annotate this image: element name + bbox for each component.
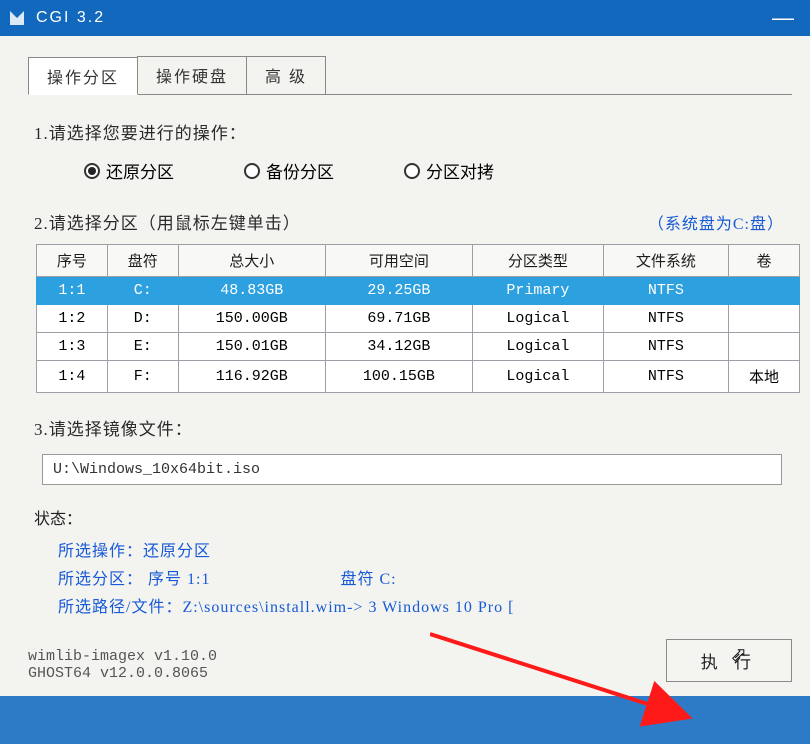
table-row[interactable]: 1:1C:48.83GB29.25GBPrimaryNTFS bbox=[37, 277, 800, 305]
col-drive: 盘符 bbox=[107, 245, 178, 277]
status-block: 状态： 所选操作：还原分区 所选分区： 序号 1:1 盘符 C: 所选路径/文件… bbox=[34, 505, 792, 617]
section1-label: 1.请选择您要进行的操作： bbox=[34, 119, 792, 144]
table-cell bbox=[729, 277, 800, 305]
status-partition-index: 所选分区： 序号 1:1 bbox=[58, 571, 210, 588]
cursor-icon: ⬀ bbox=[730, 642, 753, 667]
table-cell: 150.00GB bbox=[178, 305, 325, 333]
tab-advanced[interactable]: 高 级 bbox=[246, 56, 326, 94]
image-path-input[interactable]: U:\Windows_10x64bit.iso bbox=[42, 454, 782, 485]
section3-label: 3.请选择镜像文件： bbox=[34, 415, 792, 440]
table-cell: 29.25GB bbox=[325, 277, 472, 305]
table-cell bbox=[729, 305, 800, 333]
table-cell: 34.12GB bbox=[325, 333, 472, 361]
wimlib-version: wimlib-imagex v1.10.0 bbox=[28, 648, 217, 665]
col-free: 可用空间 bbox=[325, 245, 472, 277]
radio-restore[interactable]: 还原分区 bbox=[84, 158, 174, 183]
col-fs: 文件系统 bbox=[603, 245, 728, 277]
table-cell: NTFS bbox=[603, 333, 728, 361]
table-cell: 1:2 bbox=[37, 305, 108, 333]
partition-table[interactable]: 序号 盘符 总大小 可用空间 分区类型 文件系统 卷 1:1C:48.83GB2… bbox=[36, 244, 800, 393]
radio-backup[interactable]: 备份分区 bbox=[244, 158, 334, 183]
operation-radios: 还原分区 备份分区 分区对拷 bbox=[84, 158, 792, 183]
table-cell: 1:3 bbox=[37, 333, 108, 361]
table-cell: 100.15GB bbox=[325, 361, 472, 393]
radio-circle-icon bbox=[404, 163, 420, 179]
window-body: 操作分区 操作硬盘 高 级 1.请选择您要进行的操作： 还原分区 备份分区 分区… bbox=[0, 36, 810, 696]
table-header-row: 序号 盘符 总大小 可用空间 分区类型 文件系统 卷 bbox=[37, 245, 800, 277]
table-row[interactable]: 1:4F:116.92GB100.15GBLogicalNTFS本地 bbox=[37, 361, 800, 393]
status-partition: 所选分区： 序号 1:1 盘符 C: bbox=[58, 565, 792, 589]
table-cell: 116.92GB bbox=[178, 361, 325, 393]
tab-disk[interactable]: 操作硬盘 bbox=[137, 56, 247, 94]
radio-backup-label: 备份分区 bbox=[266, 158, 334, 183]
section2-label: 2.请选择分区（用鼠标左键单击） bbox=[34, 209, 301, 234]
radio-restore-label: 还原分区 bbox=[106, 158, 174, 183]
table-cell: Logical bbox=[472, 361, 603, 393]
status-partition-drive: 盘符 C: bbox=[340, 571, 396, 588]
tab-partition[interactable]: 操作分区 bbox=[28, 57, 138, 95]
table-cell: 150.01GB bbox=[178, 333, 325, 361]
radio-circle-icon bbox=[244, 163, 260, 179]
col-type: 分区类型 bbox=[472, 245, 603, 277]
titlebar: CGI 3.2 — bbox=[0, 0, 810, 36]
status-label: 状态： bbox=[34, 505, 792, 529]
table-row[interactable]: 1:3E:150.01GB34.12GBLogicalNTFS bbox=[37, 333, 800, 361]
version-info: wimlib-imagex v1.10.0 GHOST64 v12.0.0.80… bbox=[28, 648, 217, 682]
table-cell: NTFS bbox=[603, 277, 728, 305]
col-total: 总大小 bbox=[178, 245, 325, 277]
table-cell: C: bbox=[107, 277, 178, 305]
table-cell: NTFS bbox=[603, 361, 728, 393]
col-index: 序号 bbox=[37, 245, 108, 277]
table-cell: E: bbox=[107, 333, 178, 361]
table-cell: 1:1 bbox=[37, 277, 108, 305]
table-cell bbox=[729, 333, 800, 361]
radio-copy[interactable]: 分区对拷 bbox=[404, 158, 494, 183]
table-cell: 48.83GB bbox=[178, 277, 325, 305]
table-row[interactable]: 1:2D:150.00GB69.71GBLogicalNTFS bbox=[37, 305, 800, 333]
col-vol: 卷 bbox=[729, 245, 800, 277]
system-disk-hint[interactable]: （系统盘为C:盘） bbox=[648, 210, 784, 234]
status-operation: 所选操作：还原分区 bbox=[58, 537, 792, 561]
status-path: 所选路径/文件：Z:\sources\install.wim-> 3 Windo… bbox=[58, 593, 792, 617]
table-cell: Logical bbox=[472, 305, 603, 333]
radio-copy-label: 分区对拷 bbox=[426, 158, 494, 183]
table-cell: F: bbox=[107, 361, 178, 393]
table-cell: Logical bbox=[472, 333, 603, 361]
table-cell: 1:4 bbox=[37, 361, 108, 393]
footer: wimlib-imagex v1.10.0 GHOST64 v12.0.0.80… bbox=[28, 639, 792, 682]
window-title: CGI 3.2 bbox=[36, 9, 764, 27]
execute-button[interactable]: 执 行 ⬀ bbox=[666, 639, 792, 682]
table-cell: NTFS bbox=[603, 305, 728, 333]
minimize-button[interactable]: — bbox=[764, 5, 802, 31]
ghost-version: GHOST64 v12.0.0.8065 bbox=[28, 665, 217, 682]
table-cell: 本地 bbox=[729, 361, 800, 393]
table-cell: Primary bbox=[472, 277, 603, 305]
table-cell: D: bbox=[107, 305, 178, 333]
table-cell: 69.71GB bbox=[325, 305, 472, 333]
app-icon bbox=[8, 9, 26, 27]
tab-bar: 操作分区 操作硬盘 高 级 bbox=[28, 56, 792, 95]
radio-dot-icon bbox=[84, 163, 100, 179]
